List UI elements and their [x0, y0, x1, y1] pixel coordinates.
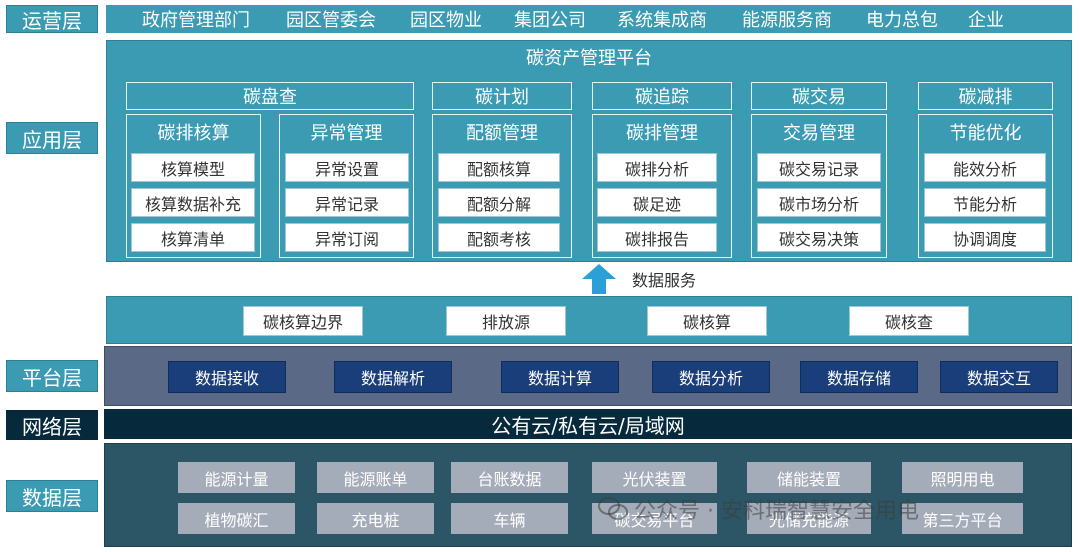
ops-item: 政府管理部门 — [142, 10, 250, 31]
category-header: 碳盘查 — [126, 82, 414, 110]
platform-item[interactable]: 数据接收 — [168, 361, 286, 393]
function-item[interactable]: 异常记录 — [285, 188, 409, 217]
data-source-item[interactable]: 储能装置 — [747, 462, 871, 493]
layer-label-platform: 平台层 — [6, 360, 98, 392]
function-item[interactable]: 能效分析 — [924, 153, 1046, 182]
function-item[interactable]: 异常设置 — [285, 153, 409, 182]
layer-label-network: 网络层 — [6, 410, 98, 440]
platform-item[interactable]: 数据存储 — [800, 361, 918, 393]
data-source-item[interactable]: 能源账单 — [317, 462, 434, 493]
data-source-item[interactable]: 车辆 — [451, 503, 568, 534]
data-source-item[interactable]: 台账数据 — [451, 462, 568, 493]
carbon-item[interactable]: 碳核查 — [849, 306, 969, 336]
group-title: 交易管理 — [783, 123, 855, 144]
function-item[interactable]: 配额核算 — [438, 153, 560, 182]
function-item[interactable]: 节能分析 — [924, 188, 1046, 217]
ops-item: 企业 — [968, 10, 1004, 31]
data-source-item[interactable]: 充电桩 — [317, 503, 434, 534]
function-item[interactable]: 碳排分析 — [597, 153, 717, 182]
data-service-label: 数据服务 — [632, 271, 697, 290]
platform-item[interactable]: 数据解析 — [334, 361, 452, 393]
ops-item: 园区物业 — [410, 10, 482, 31]
function-item[interactable]: 碳交易决策 — [757, 223, 881, 252]
data-source-item[interactable]: 照明用电 — [902, 462, 1023, 493]
function-item[interactable]: 核算模型 — [131, 153, 255, 182]
up-arrow-icon — [582, 264, 616, 294]
function-item[interactable]: 协调调度 — [924, 223, 1046, 252]
function-item[interactable]: 核算清单 — [131, 223, 255, 252]
group-title: 碳排核算 — [157, 123, 230, 144]
layer-label-app: 应用层 — [6, 122, 98, 154]
ops-item: 集团公司 — [514, 10, 586, 31]
platform-item[interactable]: 数据计算 — [501, 361, 619, 393]
function-item[interactable]: 配额分解 — [438, 188, 560, 217]
category-header: 碳计划 — [432, 82, 572, 110]
function-item[interactable]: 碳交易记录 — [757, 153, 881, 182]
platform-item[interactable]: 数据交互 — [940, 361, 1058, 393]
data-source-item[interactable]: 植物碳汇 — [178, 503, 295, 534]
ops-item: 系统集成商 — [617, 10, 707, 31]
ops-item: 能源服务商 — [742, 10, 832, 31]
function-item[interactable]: 核算数据补充 — [131, 188, 255, 217]
layer-label-data: 数据层 — [6, 480, 98, 512]
category-header: 碳交易 — [751, 82, 887, 110]
function-item[interactable]: 配额考核 — [438, 223, 560, 252]
carbon-item[interactable]: 碳核算 — [647, 306, 767, 336]
function-item[interactable]: 碳排报告 — [597, 223, 717, 252]
wechat-icon — [598, 497, 628, 520]
data-source-item[interactable]: 光伏装置 — [592, 462, 717, 493]
carbon-item[interactable]: 排放源 — [446, 306, 566, 336]
network-bar: 公有云/私有云/局域网 — [104, 409, 1072, 439]
function-item[interactable]: 碳足迹 — [597, 188, 717, 217]
carbon-item[interactable]: 碳核算边界 — [243, 306, 363, 336]
ops-bar: 政府管理部门 园区管委会 园区物业 集团公司 系统集成商 能源服务商 电力总包 … — [106, 5, 1072, 33]
group-title: 异常管理 — [310, 123, 383, 144]
ops-item: 园区管委会 — [286, 10, 376, 31]
function-item[interactable]: 碳市场分析 — [757, 188, 881, 217]
category-header: 碳减排 — [918, 82, 1053, 110]
ops-item: 电力总包 — [866, 10, 938, 31]
watermark-text: 公众号 · 安科瑞智慧安全用电 — [634, 499, 919, 524]
layer-label-ops: 运营层 — [6, 5, 98, 33]
function-item[interactable]: 异常订阅 — [285, 223, 409, 252]
category-header: 碳追踪 — [592, 82, 732, 110]
group-title: 碳排管理 — [626, 123, 698, 144]
group-title: 节能优化 — [949, 123, 1022, 144]
platform-item[interactable]: 数据分析 — [652, 361, 770, 393]
data-source-item[interactable]: 能源计量 — [178, 462, 295, 493]
platform-title: 碳资产管理平台 — [526, 48, 652, 69]
group-title: 配额管理 — [466, 123, 538, 144]
